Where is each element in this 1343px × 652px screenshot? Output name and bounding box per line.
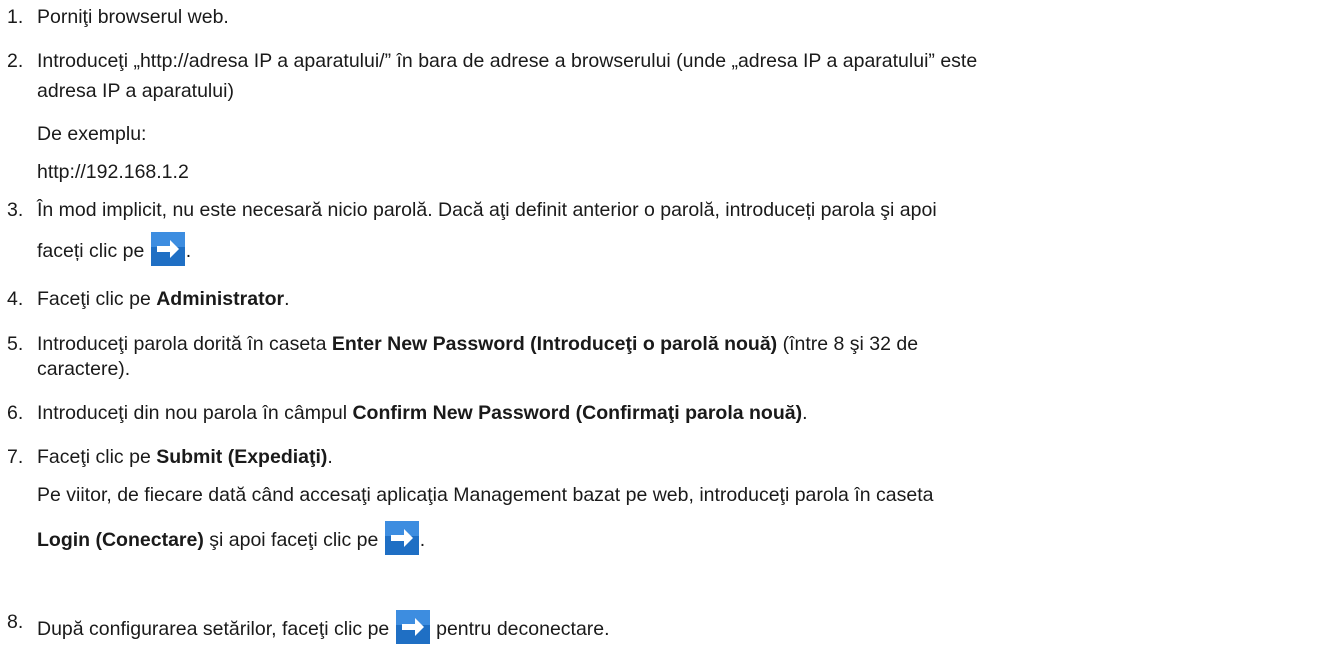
step-text: Introduceţi parola dorită în caseta — [37, 333, 332, 355]
ui-term: Submit (Expediaţi) — [156, 446, 328, 468]
step-number: 8. — [7, 611, 24, 633]
step-text: După configurarea setărilor, faceţi clic… — [37, 618, 395, 640]
arrow-right-icon — [395, 610, 430, 644]
ui-term: Administrator — [156, 288, 285, 310]
step-7-note-line2: Login (Conectare) şi apoi faceţi clic pe… — [37, 521, 425, 555]
step-text: Faceţi clic pe — [37, 288, 157, 310]
step-text-continued: faceți clic pe . — [37, 232, 1339, 266]
ui-term: Confirm New Password (Confirmaţi parola … — [352, 402, 803, 424]
step-text-continued: caractere). — [37, 358, 131, 380]
step-text-continued: adresa IP a aparatului) — [37, 80, 234, 102]
step-text: Porniţi browserul web. — [37, 6, 229, 28]
step-number: 4. — [7, 288, 24, 310]
step-number: 1. — [7, 6, 24, 28]
ui-term: Login (Conectare) — [37, 529, 204, 551]
step-text: Introduceţi „http://adresa IP a aparatul… — [37, 50, 978, 72]
arrow-right-icon — [150, 232, 185, 266]
step-number: 7. — [7, 446, 24, 468]
step-7-note-line1: Pe viitor, de fiecare dată când accesaţi… — [37, 484, 934, 506]
step-text: Faceţi clic pe — [37, 446, 157, 468]
step-text: În mod implicit, nu este necesară nicio … — [37, 199, 937, 221]
example-url: http://192.168.1.2 — [37, 161, 189, 183]
arrow-right-icon — [384, 521, 419, 555]
ui-term: Enter New Password (Introduceţi o parolă… — [331, 333, 778, 355]
step-number: 5. — [7, 333, 24, 355]
step-number: 2. — [7, 50, 24, 72]
step-number: 6. — [7, 402, 24, 424]
example-label: De exemplu: — [37, 123, 147, 145]
step-number: 3. — [7, 199, 24, 221]
step-text: Introduceţi din nou parola în câmpul — [37, 402, 353, 424]
